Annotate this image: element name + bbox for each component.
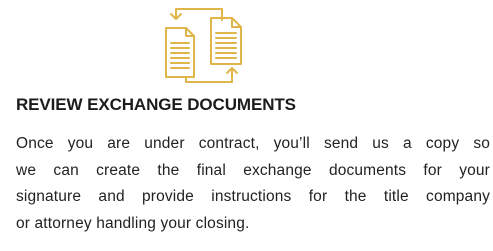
left-document-icon <box>165 27 195 78</box>
description-line: signature and provide instructions for t… <box>16 188 490 205</box>
description-line: or attorney handling your closing. <box>16 214 250 232</box>
description-line: we can create the final exchange documen… <box>16 161 490 179</box>
document-exchange-icon <box>156 3 252 85</box>
right-document-icon <box>210 17 242 65</box>
description-line: Once you are under contract, you’ll send… <box>16 135 490 152</box>
section-heading: REVIEW EXCHANGE DOCUMENTS <box>16 95 296 114</box>
section-description: Once you are under contract, you’ll send… <box>16 131 490 237</box>
